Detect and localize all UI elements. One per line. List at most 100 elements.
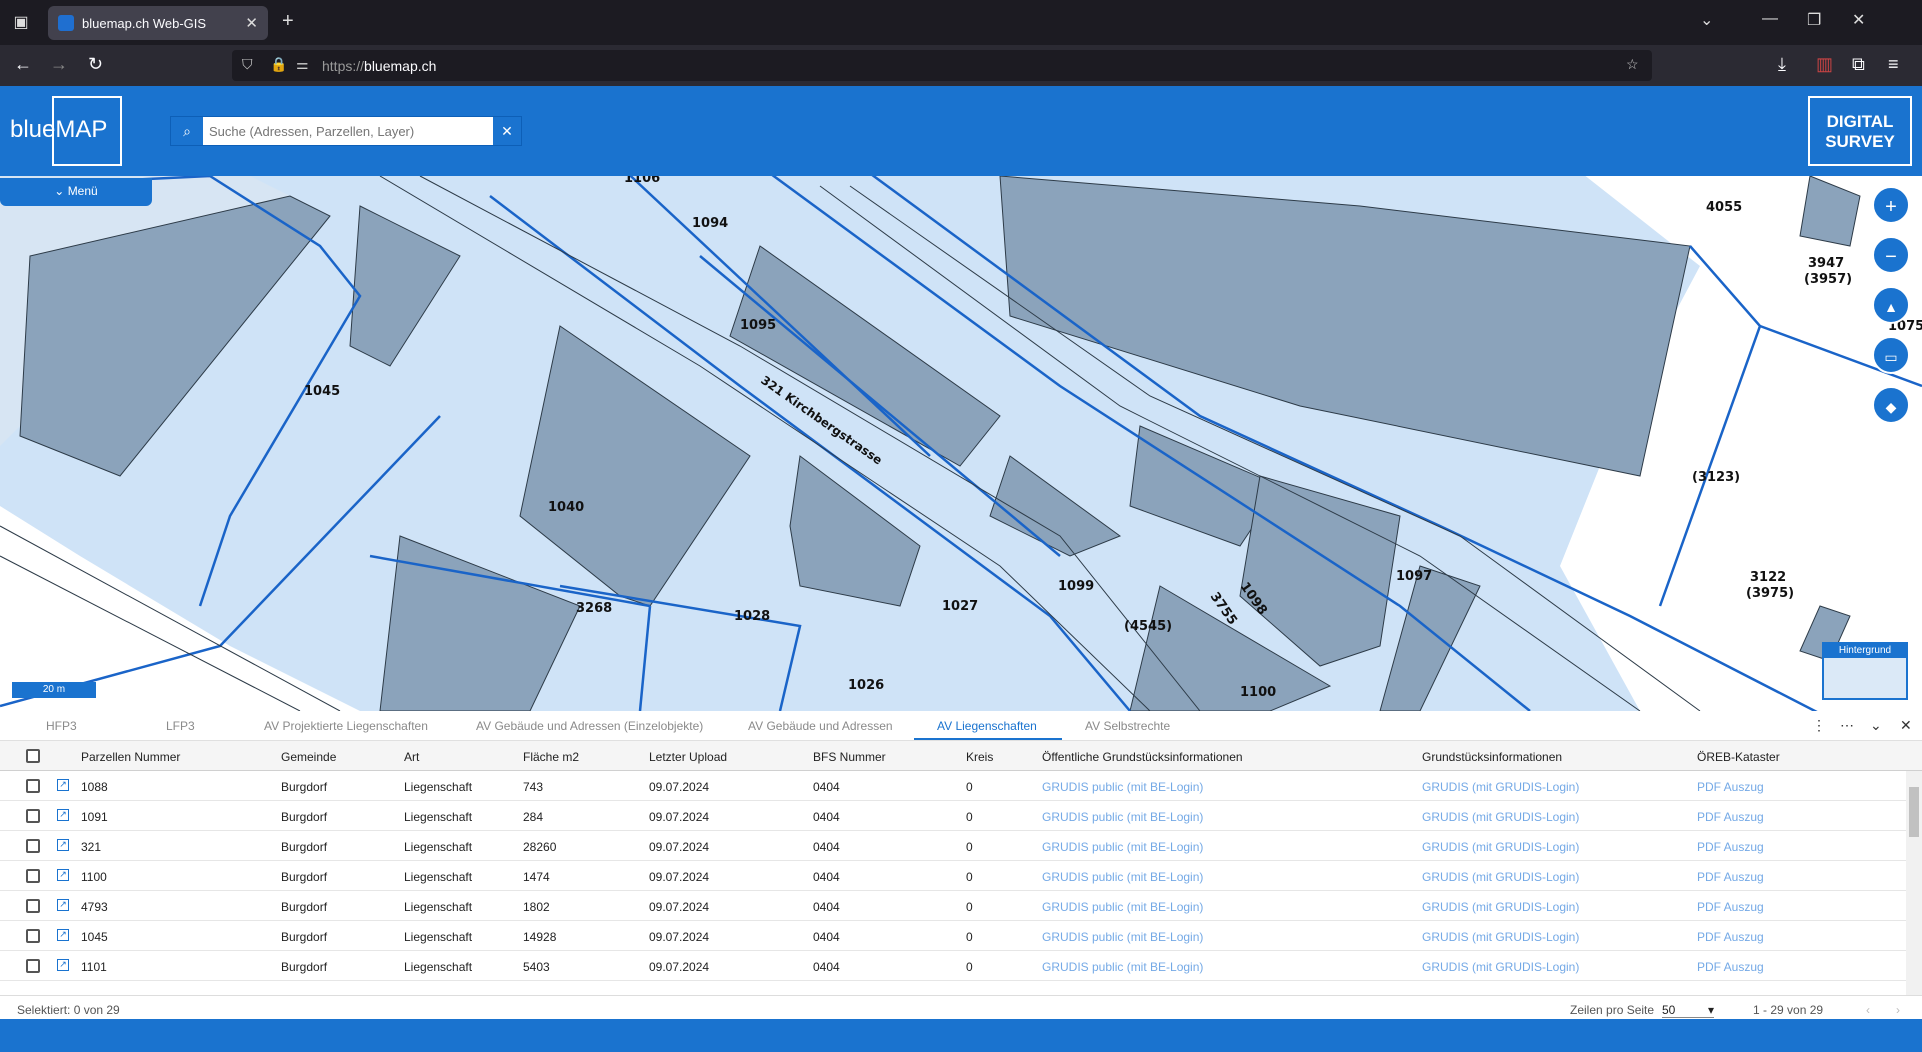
tab-av-liegenschaften[interactable]: AV Liegenschaften [937,719,1037,733]
col-oereb-kataster[interactable]: ÖREB-Kataster [1697,750,1780,764]
more-vertical-icon[interactable]: ⋮ [1812,717,1826,734]
cell-grundstuecksinfo-link[interactable]: GRUDIS (mit GRUDIS-Login) [1422,780,1579,794]
table-row[interactable]: ↗ 1091 Burgdorf Liegenschaft 284 09.07.2024 04… [0,801,1906,831]
table-row[interactable]: ↗ 4793 Burgdorf Liegenschaft 1802 09.07.2024 0… [0,891,1906,921]
table-row[interactable]: ↗ 1100 Burgdorf Liegenschaft 1474 09.07.2024 0… [0,861,1906,891]
extension-icon[interactable]: ▥ [1816,54,1833,75]
cell-oeffentliche-info-link[interactable]: GRUDIS public (mit BE-Login) [1042,780,1203,794]
browser-tab[interactable]: bluemap.ch Web-GIS ✕ [48,6,268,40]
row-checkbox[interactable] [26,809,40,823]
next-page-icon[interactable]: › [1896,1003,1900,1017]
downloads-icon[interactable]: ⤓ [1778,54,1786,75]
restore-icon[interactable]: ❐ [1807,10,1821,30]
cell-grundstuecksinfo-link[interactable]: GRUDIS (mit GRUDIS-Login) [1422,930,1579,944]
rows-per-page-select[interactable]: 50 ▾ [1662,1003,1714,1018]
tab-overview-icon[interactable]: ▣ [10,12,32,34]
close-panel-icon[interactable]: ✕ [1900,717,1912,734]
app-menu-icon[interactable]: ≡ [1888,54,1899,75]
col-oeffentliche-grundstuecksinfo[interactable]: Öffentliche Grundstücksinformationen [1042,750,1243,764]
row-checkbox[interactable] [26,779,40,793]
tab-av-selbstrechte[interactable]: AV Selbstrechte [1085,719,1170,733]
table-scrollbar[interactable] [1906,771,1922,995]
cell-oereb-link[interactable]: PDF Auszug [1697,870,1764,884]
tab-av-gebaeude-adressen[interactable]: AV Gebäude und Adressen [748,719,893,733]
lock-icon[interactable]: 🔒 [270,56,287,73]
row-checkbox[interactable] [26,839,40,853]
minimize-icon[interactable]: — [1762,10,1778,28]
col-bfs-nummer[interactable]: BFS Nummer [813,750,886,764]
search-input[interactable] [209,117,489,145]
cell-oeffentliche-info-link[interactable]: GRUDIS public (mit BE-Login) [1042,930,1203,944]
open-external-icon[interactable]: ↗ [57,929,69,941]
more-horizontal-icon[interactable]: ⋯ [1840,717,1854,734]
cell-oereb-link[interactable]: PDF Auszug [1697,780,1764,794]
col-kreis[interactable]: Kreis [966,750,993,764]
back-icon[interactable]: ← [14,54,32,75]
tab-hfp3[interactable]: HFP3 [46,719,77,733]
cell-grundstuecksinfo-link[interactable]: GRUDIS (mit GRUDIS-Login) [1422,810,1579,824]
row-checkbox[interactable] [26,869,40,883]
cell-grundstuecksinfo-link[interactable]: GRUDIS (mit GRUDIS-Login) [1422,870,1579,884]
cell-grundstuecksinfo-link[interactable]: GRUDIS (mit GRUDIS-Login) [1422,960,1579,974]
table-row[interactable]: ↗ 321 Burgdorf Liegenschaft 28260 09.07.2024 0… [0,831,1906,861]
digital-survey-logo[interactable]: DIGITAL SURVEY [1808,96,1912,166]
cell-oeffentliche-info-link[interactable]: GRUDIS public (mit BE-Login) [1042,960,1203,974]
map-canvas[interactable]: 4793 1106 1094 4055 3947 (3957) 1075 109… [0,86,1922,711]
cell-oeffentliche-info-link[interactable]: GRUDIS public (mit BE-Login) [1042,840,1203,854]
col-flaeche[interactable]: Fläche m2 [523,750,579,764]
url-bar[interactable]: ⛉ 🔒 ⚌ https://bluemap.ch ☆ [232,50,1652,81]
col-gemeinde[interactable]: Gemeinde [281,750,336,764]
clear-search-icon[interactable]: ✕ [493,117,521,145]
3d-view-button[interactable]: ◆ [1872,386,1910,424]
reload-icon[interactable]: ↻ [88,54,103,75]
tab-av-projektierte-liegenschaften[interactable]: AV Projektierte Liegenschaften [264,719,428,733]
bluemap-logo[interactable]: blueMAP [10,96,122,166]
collapse-panel-icon[interactable]: ⌄ [1870,717,1882,734]
table-row[interactable]: ↗ 1088 Burgdorf Liegenschaft 743 09.07.2024 04… [0,771,1906,801]
screen-button[interactable]: ▭ [1872,336,1910,374]
tab-close-icon[interactable]: ✕ [245,14,258,32]
table-row[interactable]: ↗ 1045 Burgdorf Liegenschaft 14928 09.07.2024… [0,921,1906,951]
cell-oeffentliche-info-link[interactable]: GRUDIS public (mit BE-Login) [1042,900,1203,914]
tab-list-icon[interactable]: ⌄ [1700,10,1713,30]
zoom-in-button[interactable]: + [1872,186,1910,224]
open-external-icon[interactable]: ↗ [57,809,69,821]
permissions-icon[interactable]: ⚌ [296,56,309,73]
cell-grundstuecksinfo-link[interactable]: GRUDIS (mit GRUDIS-Login) [1422,900,1579,914]
open-external-icon[interactable]: ↗ [57,899,69,911]
cell-oeffentliche-info-link[interactable]: GRUDIS public (mit BE-Login) [1042,870,1203,884]
cell-oereb-link[interactable]: PDF Auszug [1697,810,1764,824]
bookmark-star-icon[interactable]: ☆ [1626,56,1639,73]
open-external-icon[interactable]: ↗ [57,779,69,791]
row-checkbox[interactable] [26,899,40,913]
tab-lfp3[interactable]: LFP3 [166,719,195,733]
col-art[interactable]: Art [404,750,419,764]
cell-grundstuecksinfo-link[interactable]: GRUDIS (mit GRUDIS-Login) [1422,840,1579,854]
open-external-icon[interactable]: ↗ [57,959,69,971]
scrollbar-thumb[interactable] [1909,787,1919,837]
open-external-icon[interactable]: ↗ [57,869,69,881]
forward-icon[interactable]: → [50,54,68,75]
cell-oereb-link[interactable]: PDF Auszug [1697,930,1764,944]
search-icon[interactable]: ⌕ [171,117,203,145]
row-checkbox[interactable] [26,959,40,973]
col-grundstuecksinfo[interactable]: Grundstücksinformationen [1422,750,1562,764]
cell-oereb-link[interactable]: PDF Auszug [1697,840,1764,854]
select-all-checkbox[interactable] [26,749,40,763]
table-row[interactable]: ↗ 1101 Burgdorf Liegenschaft 5403 09.07.2024 0… [0,951,1906,981]
extensions-puzzle-icon[interactable]: ⧉ [1852,54,1865,75]
zoom-out-button[interactable]: − [1872,236,1910,274]
tab-av-gebaeude-einzelobjekte[interactable]: AV Gebäude und Adressen (Einzelobjekte) [476,719,703,733]
new-tab-icon[interactable]: + [282,10,294,33]
row-checkbox[interactable] [26,929,40,943]
col-parzellen-nummer[interactable]: Parzellen Nummer [81,750,180,764]
cell-oereb-link[interactable]: PDF Auszug [1697,900,1764,914]
cell-oereb-link[interactable]: PDF Auszug [1697,960,1764,974]
background-switcher[interactable]: Hintergrund [1822,642,1908,700]
menu-button[interactable]: ⌄ Menü [0,178,152,206]
north-arrow-button[interactable]: ▲ [1872,286,1910,324]
prev-page-icon[interactable]: ‹ [1866,1003,1870,1017]
col-letzter-upload[interactable]: Letzter Upload [649,750,727,764]
open-external-icon[interactable]: ↗ [57,839,69,851]
shield-icon[interactable]: ⛉ [242,56,253,73]
